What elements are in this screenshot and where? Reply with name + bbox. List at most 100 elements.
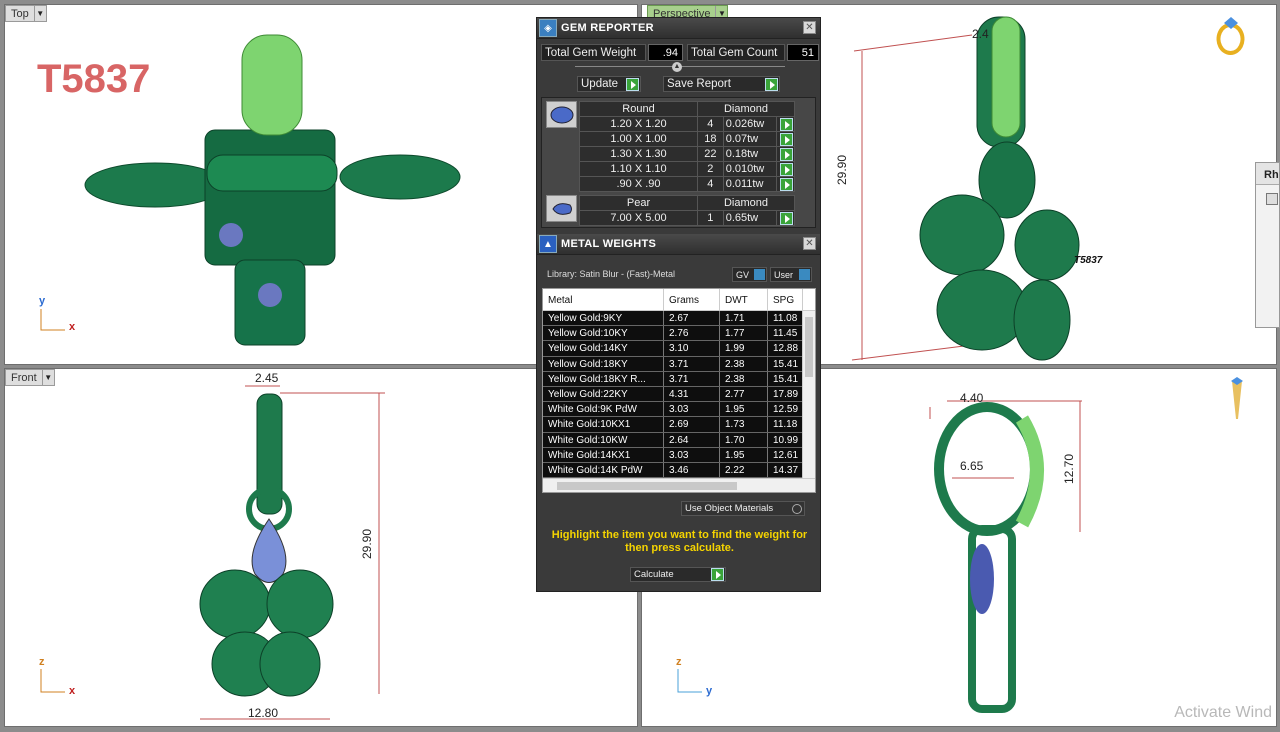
calculate-button-label: Calculate (634, 569, 674, 580)
vertical-scrollbar[interactable] (802, 311, 815, 478)
user-toggle[interactable]: User (770, 267, 812, 282)
column-header[interactable]: Grams (664, 289, 720, 310)
close-icon[interactable]: ✕ (803, 237, 816, 250)
gem-size: .90 X .90 (579, 176, 698, 192)
gem-row[interactable]: 1.20 X 1.20 4 0.026tw (579, 116, 795, 132)
table-cell: 4.31 (664, 386, 720, 402)
table-row[interactable]: White Gold:10KX1 2.69 1.73 11.18 (543, 417, 815, 433)
play-icon[interactable] (780, 177, 793, 191)
gem-row[interactable]: 1.10 X 1.10 2 0.010tw (579, 161, 795, 177)
gem-size: 1.00 X 1.00 (579, 131, 698, 147)
gem-reporter-dialog[interactable]: ◈ GEM REPORTER ✕ Total Gem Weight .94 To… (536, 17, 821, 592)
gem-row[interactable]: 1.30 X 1.30 22 0.18tw (579, 146, 795, 162)
table-cell: 3.03 (664, 447, 720, 462)
table-cell: 2.38 (720, 356, 768, 371)
horizontal-scrollbar[interactable] (543, 478, 815, 492)
gem-reporter-titlebar[interactable]: ◈ GEM REPORTER ✕ (537, 18, 820, 39)
gv-toggle[interactable]: GV (732, 267, 767, 282)
gem-weight: 0.65tw (722, 210, 778, 226)
table-cell: 11.45 (768, 326, 803, 341)
table-cell: 15.41 (768, 371, 803, 386)
table-cell: 1.95 (720, 402, 768, 417)
collapse-icon[interactable]: ▲ (672, 62, 682, 72)
calculate-button[interactable]: Calculate (630, 567, 726, 582)
table-row[interactable]: White Gold:9K PdW 3.03 1.95 12.59 (543, 402, 815, 418)
table-row[interactable]: White Gold:14KX1 3.03 1.95 12.61 (543, 447, 815, 463)
total-gem-weight-label: Total Gem Weight (541, 44, 646, 61)
table-cell: 12.61 (768, 447, 803, 462)
table-row[interactable]: Yellow Gold:18KY R... 3.71 2.38 15.41 (543, 371, 815, 387)
table-row[interactable]: White Gold:10KW 2.64 1.70 10.99 (543, 432, 815, 448)
dimension-height: 12.70 (1062, 453, 1076, 484)
gem-row[interactable]: 7.00 X 5.00 1 0.65tw (579, 210, 795, 226)
update-button[interactable]: Update (577, 76, 641, 92)
table-cell: Yellow Gold:14KY (543, 341, 664, 356)
pear-gem-icon (546, 195, 577, 222)
save-report-button-label: Save Report (667, 78, 731, 90)
gem-size: 1.30 X 1.30 (579, 146, 698, 162)
gem-size: 7.00 X 5.00 (579, 210, 698, 226)
use-object-materials-toggle[interactable]: Use Object Materials (681, 501, 805, 516)
scrollbar-thumb[interactable] (805, 317, 813, 377)
gem-count: 4 (697, 176, 724, 192)
round-gem-icon (546, 101, 577, 128)
table-cell: Yellow Gold:9KY (543, 311, 664, 326)
gem-weight: 0.07tw (722, 131, 778, 147)
gem-list[interactable]: Round Diamond 1.20 X 1.20 4 0.026tw 1.00 X … (541, 97, 816, 228)
column-header[interactable]: SPG (768, 289, 803, 310)
gem-count: 22 (697, 146, 724, 162)
column-header[interactable]: DWT (720, 289, 768, 310)
chevron-down-icon[interactable]: ▼ (33, 6, 46, 21)
gem-reporter-icon: ◈ (539, 19, 557, 37)
play-icon[interactable] (780, 162, 793, 176)
gem-size: 1.10 X 1.10 (579, 161, 698, 177)
play-icon[interactable] (780, 147, 793, 161)
play-icon[interactable] (780, 132, 793, 146)
metal-table-body: Yellow Gold:9KY 2.67 1.71 11.08 Yellow Gold:… (543, 311, 815, 479)
play-icon (765, 77, 778, 91)
table-cell: 2.38 (720, 371, 768, 386)
column-header[interactable]: Metal (543, 289, 664, 310)
dimension-height: 29.90 (360, 528, 374, 559)
viewport-tab-top[interactable]: Top ▼ (5, 5, 47, 22)
table-row[interactable]: Yellow Gold:18KY 3.71 2.38 15.41 (543, 356, 815, 372)
save-report-button[interactable]: Save Report (663, 76, 780, 92)
metal-weights-titlebar[interactable]: ▲ METAL WEIGHTS ✕ (537, 234, 820, 255)
play-icon[interactable] (780, 211, 793, 225)
side-panel[interactable]: Rh (1255, 162, 1280, 328)
total-gem-count-label: Total Gem Count (687, 44, 785, 61)
table-row[interactable]: Yellow Gold:9KY 2.67 1.71 11.08 (543, 311, 815, 327)
table-cell: Yellow Gold:18KY R... (543, 371, 664, 386)
gem-row[interactable]: .90 X .90 4 0.011tw (579, 176, 795, 192)
table-row[interactable]: Yellow Gold:10KY 2.76 1.77 11.45 (543, 326, 815, 342)
table-row[interactable]: White Gold:14K PdW 3.46 2.22 14.37 (543, 462, 815, 479)
edit-icon[interactable] (1266, 193, 1278, 205)
scrollbar-thumb[interactable] (557, 482, 737, 490)
play-icon[interactable] (780, 117, 793, 131)
viewport-tab-front[interactable]: Front ▼ (5, 369, 55, 386)
gem-count: 2 (697, 161, 724, 177)
axis-y-label: y (706, 685, 713, 697)
close-icon[interactable]: ✕ (803, 21, 816, 34)
table-cell: 3.46 (664, 462, 720, 478)
table-cell: 1.99 (720, 341, 768, 356)
table-cell: White Gold:10KW (543, 432, 664, 447)
table-row[interactable]: Yellow Gold:14KY 3.10 1.99 12.88 (543, 341, 815, 357)
axis-z-label: z (676, 656, 682, 668)
gem-group-round: Round Diamond 1.20 X 1.20 4 0.026tw 1.00 X … (546, 101, 815, 192)
metal-weights-table[interactable]: Metal Grams DWT SPG Yellow Gold:9KY 2.67 1… (542, 288, 816, 493)
table-cell: 11.08 (768, 311, 803, 326)
table-cell: 15.41 (768, 356, 803, 371)
viewport-label: Front (11, 371, 37, 384)
radio-icon (792, 503, 802, 514)
info-icon (754, 269, 765, 280)
table-row[interactable]: Yellow Gold:22KY 4.31 2.77 17.89 (543, 386, 815, 403)
gem-row[interactable]: 1.00 X 1.00 18 0.07tw (579, 131, 795, 147)
chevron-down-icon[interactable]: ▼ (41, 370, 54, 385)
table-cell: 3.10 (664, 341, 720, 356)
collapse-divider[interactable]: ▲ (575, 62, 785, 72)
gem-shape: Pear (579, 195, 698, 211)
table-cell: Yellow Gold:18KY (543, 356, 664, 371)
library-label: Library: Satin Blur - (Fast)-Metal (547, 269, 676, 279)
table-cell: 10.99 (768, 432, 803, 447)
